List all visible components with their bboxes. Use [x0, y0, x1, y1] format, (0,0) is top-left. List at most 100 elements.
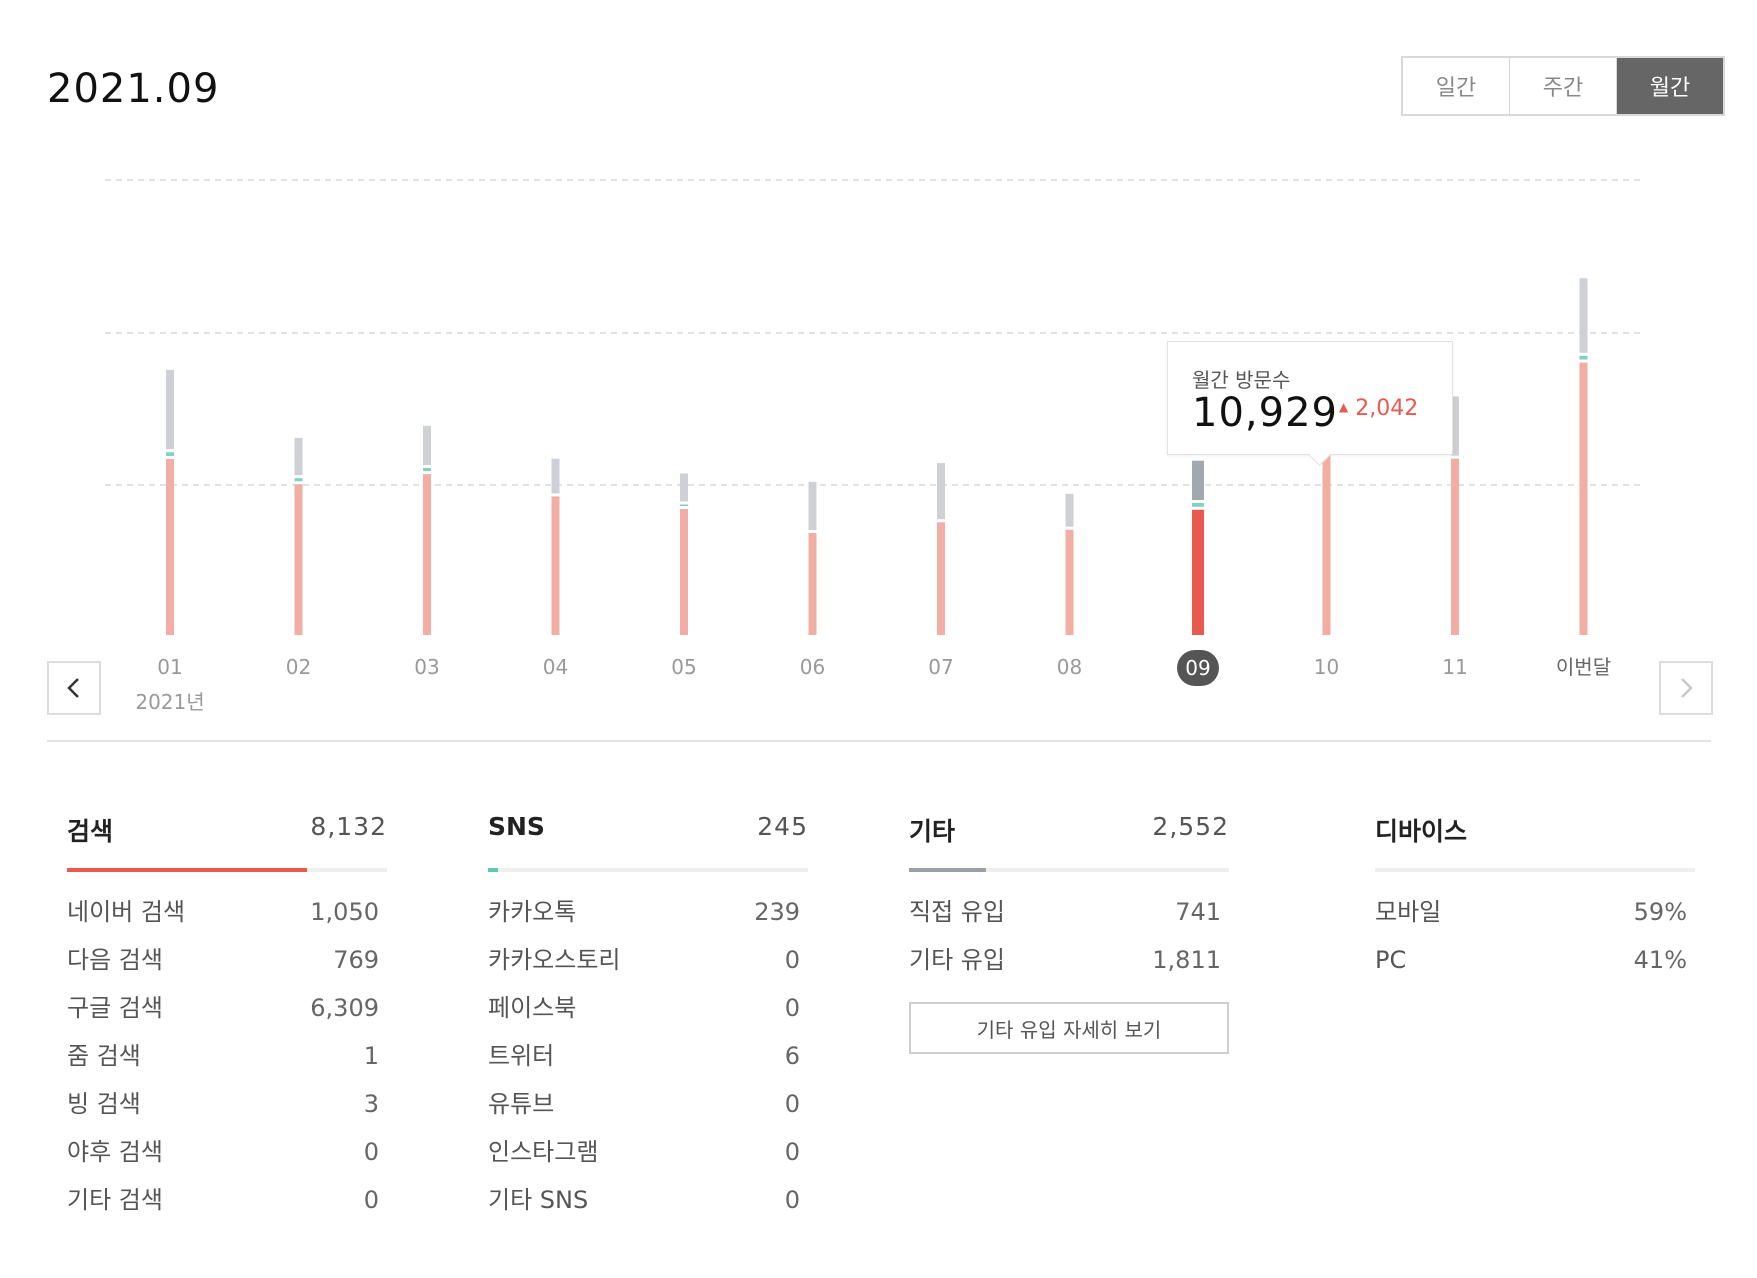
- item-value: 239: [754, 898, 800, 926]
- divider: [47, 740, 1711, 742]
- selected-month-pill: [1177, 650, 1219, 686]
- prev-period-button[interactable]: [47, 661, 101, 715]
- sns-share-bar: [488, 868, 808, 872]
- bar-segment: [423, 425, 431, 465]
- x-tick-label: 09: [1185, 656, 1210, 680]
- period-tabs: 일간 주간 월간: [1401, 56, 1725, 116]
- tooltip-value: 10,929: [1192, 390, 1338, 436]
- x-tick-label: 02: [286, 655, 311, 679]
- item-value: 3: [363, 1090, 379, 1118]
- list-item: 기타 유입 1,811: [909, 944, 1229, 992]
- item-name: 기타 유입: [909, 946, 1005, 974]
- year-label: 2021년: [135, 690, 204, 714]
- item-value: 0: [363, 1138, 379, 1166]
- up-arrow-icon: ▲: [1339, 400, 1349, 414]
- list-item: 빙 검색 3: [67, 1088, 387, 1136]
- x-tick-label: 10: [1314, 655, 1339, 679]
- bar-segment: [937, 463, 945, 520]
- bar-segment: [1322, 453, 1331, 635]
- item-value: 1,050: [310, 898, 379, 926]
- x-tick-label: 06: [800, 655, 825, 679]
- x-tick-label: 이번달: [1556, 655, 1611, 679]
- item-name: 구글 검색: [67, 994, 163, 1022]
- item-name: 카카오톡: [488, 898, 577, 926]
- chevron-right-icon: [1681, 678, 1693, 698]
- next-period-button[interactable]: [1659, 661, 1713, 715]
- etc-share-fill: [909, 868, 986, 872]
- item-name: 직접 유입: [909, 898, 1005, 926]
- item-value: 59%: [1633, 898, 1687, 926]
- bar-segment: [680, 509, 688, 635]
- item-value: 0: [784, 1186, 800, 1214]
- bar-segment: [1192, 460, 1204, 500]
- tab-daily[interactable]: 일간: [1403, 58, 1509, 114]
- item-value: 0: [363, 1186, 379, 1214]
- item-name: 네이버 검색: [67, 898, 186, 926]
- list-item: 페이스북 0: [488, 992, 808, 1040]
- item-name: 줌 검색: [67, 1042, 141, 1070]
- etc-total: 2,552: [1152, 812, 1229, 841]
- sns-stats: SNS 245 카카오톡 239 카카오스토리 0 페이스북 0 트위터 6 유튜브 0 …: [488, 812, 808, 1232]
- bar-segment: [294, 437, 303, 476]
- list-item: 줌 검색 1: [67, 1040, 387, 1088]
- item-value: 0: [784, 1138, 800, 1166]
- list-item: 구글 검색 6,309: [67, 992, 387, 1040]
- list-item: 야후 검색 0: [67, 1136, 387, 1184]
- item-name: 유튜브: [488, 1090, 555, 1118]
- etc-header: 기타 2,552: [909, 812, 1229, 852]
- sns-label: SNS: [488, 812, 545, 841]
- device-label: 디바이스: [1375, 817, 1468, 846]
- item-value: 1: [363, 1042, 379, 1070]
- bar-segment: [166, 458, 174, 635]
- tab-weekly[interactable]: 주간: [1509, 58, 1616, 114]
- bar-segment: [1192, 502, 1204, 507]
- device-stats: 디바이스 모바일 59% PC 41%: [1375, 812, 1695, 992]
- bar-segment: [423, 474, 431, 635]
- x-tick-label: 04: [543, 655, 568, 679]
- item-value: 769: [333, 946, 379, 974]
- item-name: 카카오스토리: [488, 946, 621, 974]
- bar-segment: [680, 504, 688, 507]
- tab-monthly[interactable]: 월간: [1616, 58, 1723, 114]
- x-tick-label: 07: [928, 655, 953, 679]
- item-name: 빙 검색: [67, 1090, 141, 1118]
- list-item: 카카오톡 239: [488, 896, 808, 944]
- item-name: 인스타그램: [488, 1138, 599, 1166]
- x-tick-label: 01: [157, 655, 182, 679]
- search-share-fill: [67, 868, 307, 872]
- bar-segment: [680, 473, 688, 502]
- search-stats: 검색 8,132 네이버 검색 1,050 다음 검색 769 구글 검색 6,309…: [67, 812, 387, 1232]
- sns-total: 245: [757, 812, 808, 841]
- item-value: 741: [1175, 898, 1221, 926]
- sns-header: SNS 245: [488, 812, 808, 852]
- item-name: 모바일: [1375, 898, 1442, 926]
- list-item: PC 41%: [1375, 944, 1695, 992]
- list-item: 기타 검색 0: [67, 1184, 387, 1232]
- bar-segment: [1065, 493, 1074, 527]
- bar-segment: [1579, 362, 1588, 635]
- bar-segment: [1192, 509, 1204, 635]
- item-value: 1,811: [1152, 946, 1221, 974]
- bar-segment: [166, 369, 174, 450]
- etc-stats: 기타 2,552 직접 유입 741 기타 유입 1,811: [909, 812, 1229, 992]
- item-name: 기타 검색: [67, 1186, 163, 1214]
- etc-label: 기타: [909, 817, 956, 846]
- bar-segment: [294, 484, 303, 635]
- list-item: 카카오스토리 0: [488, 944, 808, 992]
- list-item: 유튜브 0: [488, 1088, 808, 1136]
- item-name: 야후 검색: [67, 1138, 163, 1166]
- item-value: 0: [784, 1090, 800, 1118]
- bar-segment: [551, 458, 560, 494]
- x-tick-label: 03: [414, 655, 439, 679]
- tooltip-delta-value: 2,042: [1355, 396, 1419, 421]
- bar-segment: [294, 478, 303, 482]
- tooltip-title: 월간 방문수: [1192, 368, 1291, 392]
- etc-detail-button[interactable]: 기타 유입 자세히 보기: [909, 1002, 1229, 1054]
- item-value: 6: [784, 1042, 800, 1070]
- x-tick-label: 05: [671, 655, 696, 679]
- bar-segment: [937, 522, 945, 635]
- item-name: 트위터: [488, 1042, 555, 1070]
- bar-segment: [166, 452, 174, 456]
- search-header: 검색 8,132: [67, 812, 387, 852]
- tooltip-delta: ▲ 2,042: [1339, 396, 1418, 421]
